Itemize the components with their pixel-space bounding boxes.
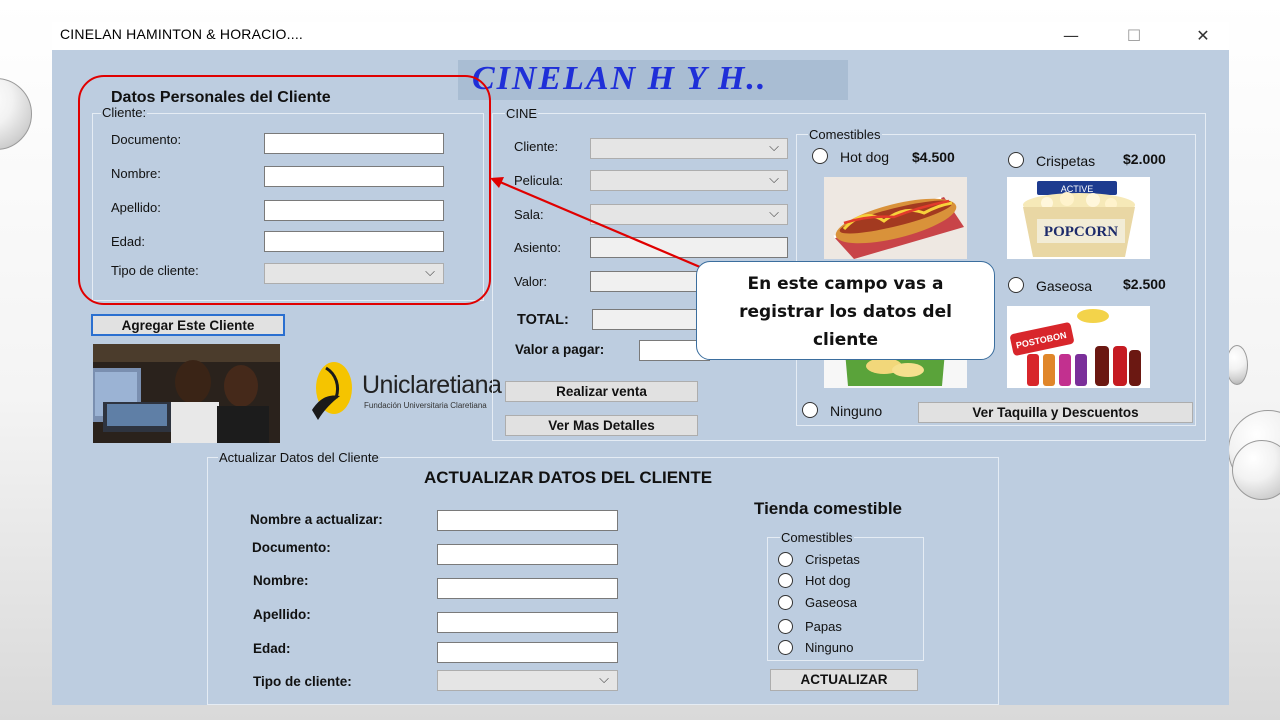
total-input[interactable]: [592, 309, 710, 330]
gaseosa-image: POSTOBON: [1007, 306, 1150, 388]
decorative-bubble: [0, 78, 32, 150]
total-label: TOTAL:: [517, 312, 569, 328]
ninguno-radio[interactable]: [802, 402, 818, 418]
tienda-papas-radio[interactable]: [778, 619, 793, 634]
update-nombre-label: Nombre:: [253, 573, 309, 588]
ver-mas-detalles-button[interactable]: Ver Mas Detalles: [505, 415, 698, 436]
update-edad-input[interactable]: [437, 642, 618, 663]
update-nombre-input[interactable]: [437, 578, 618, 599]
gaseosa-label: Gaseosa: [1036, 278, 1093, 294]
realizar-venta-button[interactable]: Realizar venta: [505, 381, 698, 402]
update-apellido-input[interactable]: [437, 612, 618, 633]
popcorn-image: ACTIVE POPCORN: [1007, 177, 1150, 259]
hotdog-radio[interactable]: [812, 148, 828, 164]
crispetas-radio[interactable]: [1008, 152, 1024, 168]
help-callout-text: En este campo vas a registrar los datos …: [696, 270, 995, 354]
crispetas-label: Crispetas: [1036, 153, 1096, 169]
tienda-crispetas-label: Crispetas: [805, 552, 860, 567]
gaseosa-radio[interactable]: [1008, 277, 1024, 293]
window-title: CINELAN HAMINTON & HORACIO....: [60, 26, 303, 42]
cine-group-label: CINE: [505, 106, 539, 121]
valor-pagar-label: Valor a pagar:: [515, 342, 605, 357]
callout-line-2: registrar los datos del: [739, 302, 952, 322]
crispetas-price: $2.000: [1123, 151, 1166, 167]
tienda-crispetas-radio[interactable]: [778, 552, 793, 567]
hotdog-label: Hot dog: [840, 149, 890, 165]
close-button[interactable]: ✕: [1180, 22, 1226, 50]
hotdog-image: [824, 177, 967, 259]
callout-line-3: cliente: [812, 330, 879, 350]
update-group-label: Actualizar Datos del Cliente: [218, 450, 380, 465]
tienda-gaseosa-label: Gaseosa: [805, 595, 858, 610]
add-client-button[interactable]: Agregar Este Cliente: [91, 314, 285, 336]
tienda-hotdog-label: Hot dog: [805, 573, 851, 588]
popcorn-label-text: POPCORN: [1044, 224, 1118, 240]
tienda-papas-label: Papas: [805, 619, 842, 634]
update-documento-input[interactable]: [437, 544, 618, 565]
client-photo: [93, 344, 280, 443]
tienda-hotdog-radio[interactable]: [778, 573, 793, 588]
callout-arrow: [490, 177, 701, 269]
tienda-group-label: Comestibles: [780, 530, 854, 545]
maximize-button[interactable]: ☐: [1111, 22, 1157, 50]
hotdog-price: $4.500: [912, 149, 955, 165]
gaseosa-price: $2.500: [1123, 276, 1166, 292]
tienda-heading: Tienda comestible: [754, 499, 903, 518]
decorative-bubble: [1232, 440, 1280, 500]
uniclaretiana-logo-text: Uniclaretiana: [362, 371, 502, 399]
app-banner-title: CINELAN H Y H..: [472, 60, 768, 97]
uniclaretiana-logo-icon: [306, 358, 356, 424]
actualizar-button[interactable]: ACTUALIZAR: [770, 669, 918, 691]
chevron-down-icon: ⌵: [769, 140, 779, 155]
decorative-bubble: [1226, 345, 1248, 385]
update-section-heading: ACTUALIZAR DATOS DEL CLIENTE: [424, 468, 713, 487]
callout-line-1: En este campo vas a: [747, 274, 944, 294]
nombre-actualizar-label: Nombre a actualizar:: [250, 512, 383, 527]
cine-cliente-label: Cliente:: [514, 139, 559, 154]
chevron-down-icon: ⌵: [769, 206, 779, 221]
taquilla-descuentos-button[interactable]: Ver Taquilla y Descuentos: [918, 402, 1193, 423]
update-apellido-label: Apellido:: [253, 607, 311, 622]
tienda-gaseosa-radio[interactable]: [778, 595, 793, 610]
update-documento-label: Documento:: [252, 540, 331, 555]
update-tipo-cliente-label: Tipo de cliente:: [253, 674, 352, 689]
nombre-actualizar-input[interactable]: [437, 510, 618, 531]
chevron-down-icon: ⌵: [599, 672, 609, 687]
minimize-button[interactable]: —: [1048, 22, 1094, 50]
ninguno-label: Ninguno: [830, 403, 883, 419]
comestibles-group-label: Comestibles: [808, 127, 882, 142]
update-edad-label: Edad:: [253, 641, 291, 656]
tienda-ninguno-label: Ninguno: [805, 640, 854, 655]
chevron-down-icon: ⌵: [769, 172, 779, 187]
highlight-box: [78, 75, 491, 305]
update-tipo-cliente-select[interactable]: ⌵: [437, 670, 618, 691]
uniclaretiana-logo-subtext: Fundación Universitaria Claretiana: [364, 401, 487, 410]
tienda-ninguno-radio[interactable]: [778, 640, 793, 655]
cine-cliente-select[interactable]: ⌵: [590, 138, 788, 159]
